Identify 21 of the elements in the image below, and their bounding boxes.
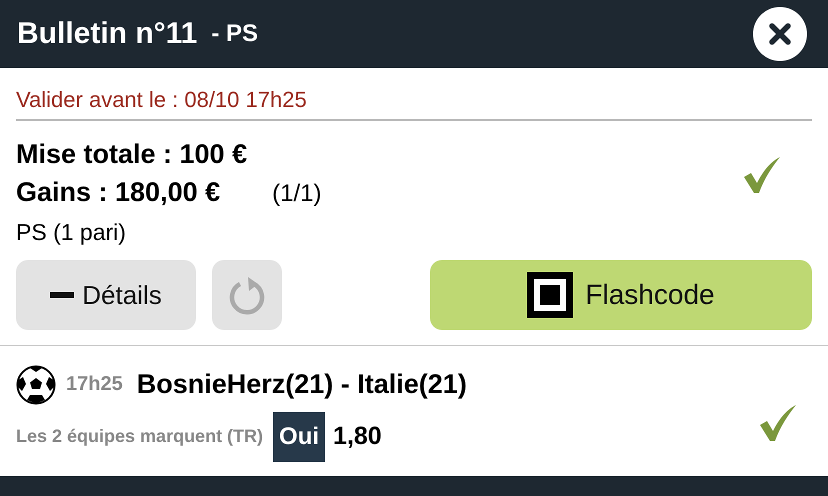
close-icon[interactable] [753,7,807,61]
bet-odds: 1,80 [333,422,382,451]
bet-choice: Oui [273,412,326,462]
refresh-icon [228,275,266,315]
bulletin-subtitle: - PS [211,20,258,48]
qr-square-icon [527,272,574,318]
check-icon [742,154,782,194]
check-icon [758,403,798,443]
match-time: 17h25 [66,373,123,396]
bulletin-title: Bulletin n°11 [17,17,198,51]
details-button[interactable]: Détails [16,260,196,330]
winnings: Gains : 180,00 € [16,176,220,209]
match-name: BosnieHerz(21) - Italie(21) [136,369,467,400]
bet-count: (1/1) [272,180,322,208]
flashcode-button[interactable]: Flashcode [430,260,812,330]
minus-icon [50,292,74,298]
bet-type: PS (1 pari) [16,219,127,246]
bet-market: Les 2 équipes marquent (TR) [16,426,264,447]
deadline-text: Valider avant le : 08/10 17h25 [16,68,812,121]
soccer-ball-icon [16,364,56,404]
total-stake: Mise totale : 100 € [16,138,248,171]
